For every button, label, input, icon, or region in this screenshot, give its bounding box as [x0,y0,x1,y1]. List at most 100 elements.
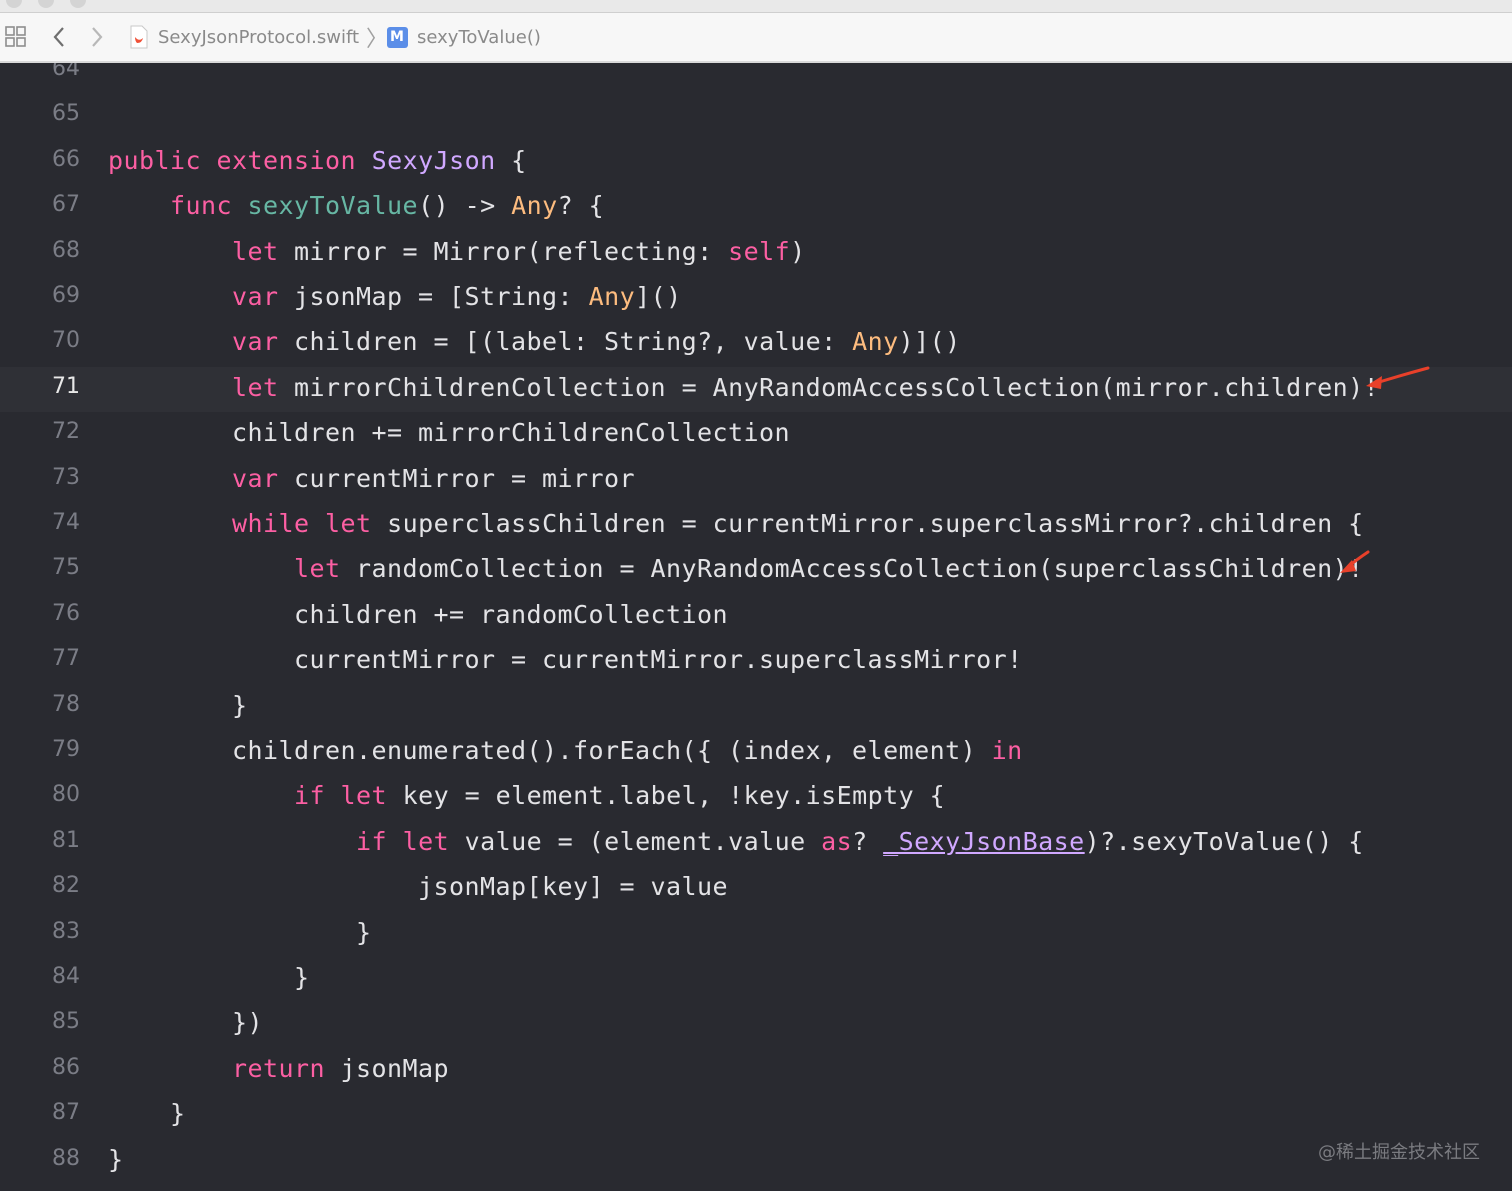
code-line[interactable]: 83 } [0,912,1512,957]
code-text: children += randomCollection [108,600,728,629]
code-token: )?.sexyToValue() { [1084,826,1364,856]
code-line[interactable]: 77 currentMirror = currentMirror.supercl… [0,639,1512,684]
code-token: )]() [898,327,961,357]
code-token: self [728,236,791,266]
code-text: let mirrorChildrenCollection = AnyRandom… [108,373,1379,402]
zoom-window-icon[interactable] [70,0,86,8]
code-text: } [108,691,248,720]
code-text: return jsonMap [108,1054,449,1083]
jump-bar: SexyJsonProtocol.swift 〉 M sexyToValue() [0,13,1512,63]
code-line[interactable]: 65 [0,94,1512,139]
line-number: 77 [52,646,80,672]
code-text: public extension SexyJson { [108,146,527,175]
code-line[interactable]: 80 if let key = element.label, !key.isEm… [0,775,1512,820]
related-items-grid-icon[interactable] [4,13,28,61]
code-token: }) [108,1008,264,1038]
code-token: } [108,917,372,947]
code-token: } [108,963,310,992]
swift-file-icon [128,13,150,61]
line-number: 70 [52,328,80,354]
code-token: in [991,736,1023,765]
code-text: children.enumerated().forEach({ (index, … [108,736,1023,765]
code-token: let [232,372,279,402]
code-line[interactable]: 64 [0,63,1512,94]
line-number: 68 [52,237,80,263]
line-number: 81 [52,827,80,853]
code-token: jsonMap = [String: [278,282,589,311]
line-number: 83 [52,918,80,944]
code-token: ]() [635,282,682,311]
line-number: 72 [52,419,80,445]
code-line[interactable]: 85 }) [0,1002,1512,1047]
code-token: currentMirror = mirror [278,463,636,493]
code-token: if [356,826,388,856]
code-line[interactable]: 69 var jsonMap = [String: Any]() [0,276,1512,321]
line-number: 66 [52,146,80,172]
method-badge: M [386,26,408,48]
code-line[interactable]: 68 let mirror = Mirror(reflecting: self) [0,231,1512,276]
code-line[interactable]: 72 children += mirrorChildrenCollection [0,412,1512,457]
code-line[interactable]: 78 } [0,685,1512,730]
line-number: 64 [52,63,80,81]
code-token: public [108,145,202,175]
code-token: ? [852,826,884,856]
code-token: _SexyJsonBase [883,826,1085,856]
line-number: 84 [52,964,80,989]
code-token: var [232,282,279,311]
code-text: let mirror = Mirror(reflecting: self) [108,237,806,266]
code-token: if [294,781,326,811]
code-token: extension [216,145,357,175]
code-text: }) [108,1008,263,1037]
code-text: func sexyToValue() -> Any? { [108,191,604,220]
line-number: 67 [52,192,80,218]
code-line[interactable]: 75 let randomCollection = AnyRandomAcces… [0,548,1512,593]
line-number: 86 [52,1054,80,1080]
code-token: jsonMap [325,1053,450,1083]
code-token: value = (element.value [449,826,822,856]
source-editor[interactable]: 64 65 66 public extension SexyJson { 67 func… [0,63,1512,1191]
code-token: as [821,826,853,856]
code-token: return [232,1053,326,1083]
code-token: func [170,191,233,221]
code-line[interactable]: 67 func sexyToValue() -> Any? { [0,185,1512,230]
close-window-icon[interactable] [6,0,22,8]
breadcrumb-method[interactable]: sexyToValue() [417,13,541,61]
code-line[interactable]: 81 if let value = (element.value as? _Se… [0,821,1512,866]
line-number: 75 [52,555,80,581]
code-line[interactable]: 88} [0,1139,1512,1184]
code-text: if let value = (element.value as? _SexyJ… [108,827,1364,856]
code-line[interactable]: 74 while let superclassChildren = curren… [0,503,1512,548]
navigate-back-icon[interactable] [48,13,70,61]
line-number: 78 [52,691,80,717]
code-line[interactable]: 76 children += randomCollection [0,594,1512,639]
code-token: } [108,1144,124,1174]
code-token: ? { [557,191,605,221]
code-token: randomCollection = AnyRandomAccessCollec… [340,554,1364,584]
code-line[interactable]: 70 var children = [(label: String?, valu… [0,321,1512,366]
minimize-window-icon[interactable] [38,0,54,8]
code-line[interactable]: 66 public extension SexyJson { [0,140,1512,185]
code-line[interactable]: 73 var currentMirror = mirror [0,458,1512,503]
code-line[interactable]: 84 } [0,957,1512,1002]
navigate-forward-icon[interactable] [86,13,108,61]
code-text: children += mirrorChildrenCollection [108,418,790,447]
code-token: sexyToValue [247,191,419,221]
code-line[interactable]: 86 return jsonMap [0,1048,1512,1093]
code-line[interactable]: 82 jsonMap[key] = value [0,866,1512,911]
line-number: 82 [52,873,80,899]
code-line[interactable]: 71 let mirrorChildrenCollection = AnyRan… [0,366,1512,413]
line-number: 87 [52,1100,80,1126]
code-token: var [232,463,279,493]
code-token: let [294,554,341,584]
breadcrumb-file[interactable]: SexyJsonProtocol.swift [158,13,359,61]
code-line[interactable]: 87 } [0,1093,1512,1138]
code-token: mirrorChildrenCollection = AnyRandomAcce… [278,372,1380,402]
code-token: let [402,826,450,856]
code-token: () -> [418,191,512,221]
code-line[interactable]: 79 children.enumerated().forEach({ (inde… [0,730,1512,775]
